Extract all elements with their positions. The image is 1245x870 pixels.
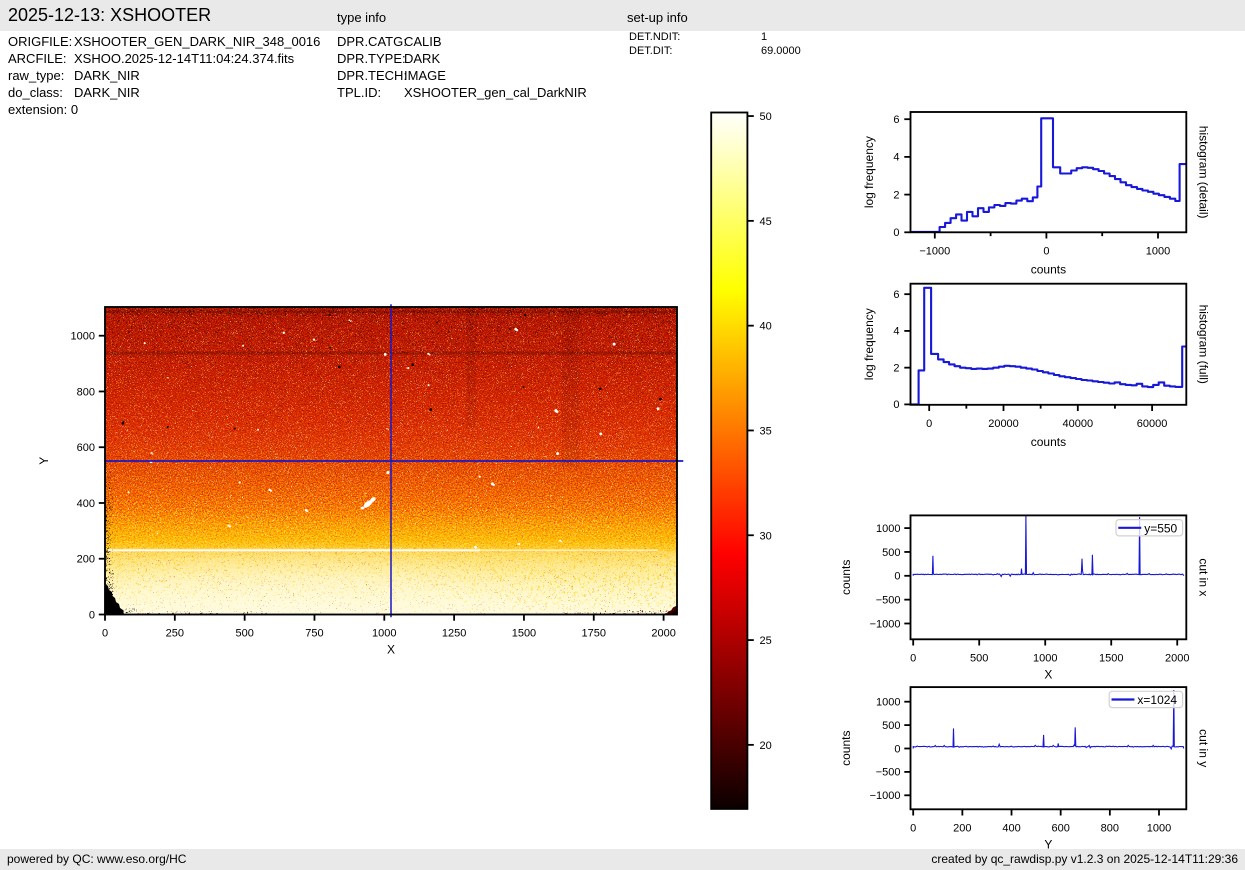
svg-text:y=550: y=550 bbox=[1144, 521, 1177, 535]
svg-text:Y: Y bbox=[37, 457, 51, 465]
svg-text:1500: 1500 bbox=[512, 628, 536, 640]
svg-text:x=1024: x=1024 bbox=[1137, 693, 1177, 707]
svg-text:−1000: −1000 bbox=[919, 245, 950, 257]
svg-text:1000: 1000 bbox=[372, 628, 396, 640]
svg-text:40000: 40000 bbox=[1063, 418, 1094, 430]
svg-text:histogram (detail): histogram (detail) bbox=[1197, 126, 1211, 219]
svg-text:50: 50 bbox=[760, 111, 772, 123]
svg-text:histogram (full): histogram (full) bbox=[1197, 305, 1211, 384]
svg-text:1000: 1000 bbox=[1146, 245, 1170, 257]
svg-text:4: 4 bbox=[893, 326, 899, 338]
svg-text:200: 200 bbox=[953, 822, 971, 834]
svg-text:−1000: −1000 bbox=[870, 790, 901, 802]
svg-text:4: 4 bbox=[893, 152, 899, 164]
svg-text:400: 400 bbox=[77, 498, 95, 510]
svg-text:0: 0 bbox=[894, 743, 900, 755]
svg-text:600: 600 bbox=[77, 442, 95, 454]
svg-text:40: 40 bbox=[760, 321, 772, 333]
svg-text:counts: counts bbox=[1031, 263, 1066, 277]
svg-text:0: 0 bbox=[894, 571, 900, 583]
svg-text:−500: −500 bbox=[876, 767, 901, 779]
svg-text:60000: 60000 bbox=[1137, 418, 1168, 430]
svg-text:0: 0 bbox=[910, 822, 916, 834]
svg-text:800: 800 bbox=[1101, 822, 1119, 834]
svg-text:cut in y: cut in y bbox=[1197, 729, 1211, 767]
svg-text:25: 25 bbox=[760, 635, 772, 647]
svg-text:1750: 1750 bbox=[582, 628, 606, 640]
svg-text:1000: 1000 bbox=[1033, 652, 1057, 664]
svg-text:2000: 2000 bbox=[1165, 652, 1189, 664]
svg-text:X: X bbox=[1044, 668, 1052, 682]
svg-text:35: 35 bbox=[760, 425, 772, 437]
svg-text:0: 0 bbox=[926, 418, 932, 430]
svg-text:0: 0 bbox=[102, 628, 108, 640]
svg-text:500: 500 bbox=[235, 628, 253, 640]
svg-text:Y: Y bbox=[1044, 838, 1052, 852]
svg-text:200: 200 bbox=[77, 554, 95, 566]
svg-text:counts: counts bbox=[1031, 435, 1066, 449]
svg-text:log frequency: log frequency bbox=[862, 308, 876, 380]
svg-text:500: 500 bbox=[882, 547, 900, 559]
svg-text:2000: 2000 bbox=[651, 628, 675, 640]
svg-text:−500: −500 bbox=[876, 594, 901, 606]
svg-text:1000: 1000 bbox=[71, 331, 95, 343]
svg-text:800: 800 bbox=[77, 386, 95, 398]
svg-text:1000: 1000 bbox=[1147, 822, 1171, 834]
svg-text:750: 750 bbox=[305, 628, 323, 640]
svg-text:30: 30 bbox=[760, 530, 772, 542]
svg-text:2: 2 bbox=[893, 362, 899, 374]
svg-text:6: 6 bbox=[893, 114, 899, 126]
svg-text:−1000: −1000 bbox=[870, 618, 901, 630]
svg-text:500: 500 bbox=[970, 652, 988, 664]
svg-text:250: 250 bbox=[166, 628, 184, 640]
svg-text:log frequency: log frequency bbox=[862, 136, 876, 208]
svg-text:20000: 20000 bbox=[988, 418, 1019, 430]
svg-text:0: 0 bbox=[893, 227, 899, 239]
svg-text:X: X bbox=[387, 643, 395, 657]
svg-text:0: 0 bbox=[910, 652, 916, 664]
svg-text:45: 45 bbox=[760, 216, 772, 228]
svg-text:2: 2 bbox=[893, 189, 899, 201]
svg-text:cut in x: cut in x bbox=[1197, 558, 1211, 596]
svg-text:1250: 1250 bbox=[442, 628, 466, 640]
svg-text:1000: 1000 bbox=[876, 523, 900, 535]
svg-text:20: 20 bbox=[760, 740, 772, 752]
svg-text:500: 500 bbox=[882, 720, 900, 732]
svg-text:0: 0 bbox=[893, 399, 899, 411]
svg-text:6: 6 bbox=[893, 289, 899, 301]
svg-text:0: 0 bbox=[1043, 245, 1049, 257]
svg-text:counts: counts bbox=[839, 560, 853, 595]
svg-text:counts: counts bbox=[839, 731, 853, 766]
svg-text:1000: 1000 bbox=[876, 697, 900, 709]
svg-text:0: 0 bbox=[89, 609, 95, 621]
svg-text:600: 600 bbox=[1052, 822, 1070, 834]
svg-text:1500: 1500 bbox=[1099, 652, 1123, 664]
svg-text:400: 400 bbox=[1002, 822, 1020, 834]
